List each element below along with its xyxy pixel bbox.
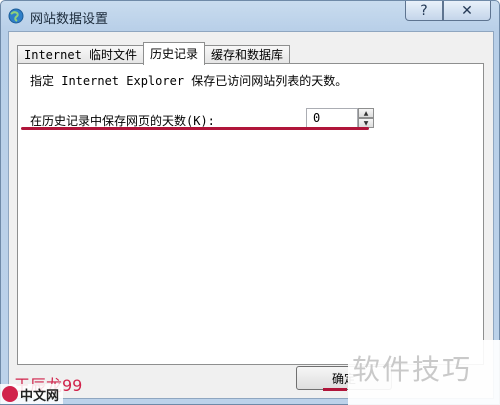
- site-name: 中文网: [20, 388, 60, 404]
- title-bar[interactable]: 网站数据设置 ? ✕: [1, 1, 499, 31]
- history-description: 指定 Internet Explorer 保存已访问网站列表的天数。: [30, 74, 348, 88]
- ok-annotation-underline: [323, 388, 347, 391]
- spin-up-button[interactable]: ▲: [358, 108, 374, 118]
- days-input[interactable]: [306, 108, 358, 128]
- tab-strip: Internet 临时文件 历史记录 缓存和数据库: [17, 42, 291, 65]
- site-badge: 中文网: [0, 384, 64, 404]
- tab-temporary-files[interactable]: Internet 临时文件: [17, 45, 145, 65]
- close-button[interactable]: ✕: [443, 1, 491, 21]
- watermark: 软件技巧: [352, 353, 473, 386]
- history-panel: 指定 Internet Explorer 保存已访问网站列表的天数。 在历史记录…: [17, 63, 484, 365]
- arrow-up-icon: ▲: [363, 109, 369, 117]
- tab-caches-databases[interactable]: 缓存和数据库: [204, 45, 291, 65]
- globe-icon: [8, 8, 24, 24]
- help-icon: ?: [420, 2, 428, 19]
- days-spinner: ▲ ▼: [358, 108, 374, 128]
- help-button[interactable]: ?: [405, 1, 443, 21]
- site-logo-icon: [2, 386, 18, 402]
- tab-history[interactable]: 历史记录: [143, 42, 206, 65]
- window-title: 网站数据设置: [30, 12, 109, 27]
- close-icon: ✕: [461, 2, 473, 19]
- arrow-down-icon: ▼: [363, 119, 369, 127]
- annotation-underline: [21, 127, 369, 130]
